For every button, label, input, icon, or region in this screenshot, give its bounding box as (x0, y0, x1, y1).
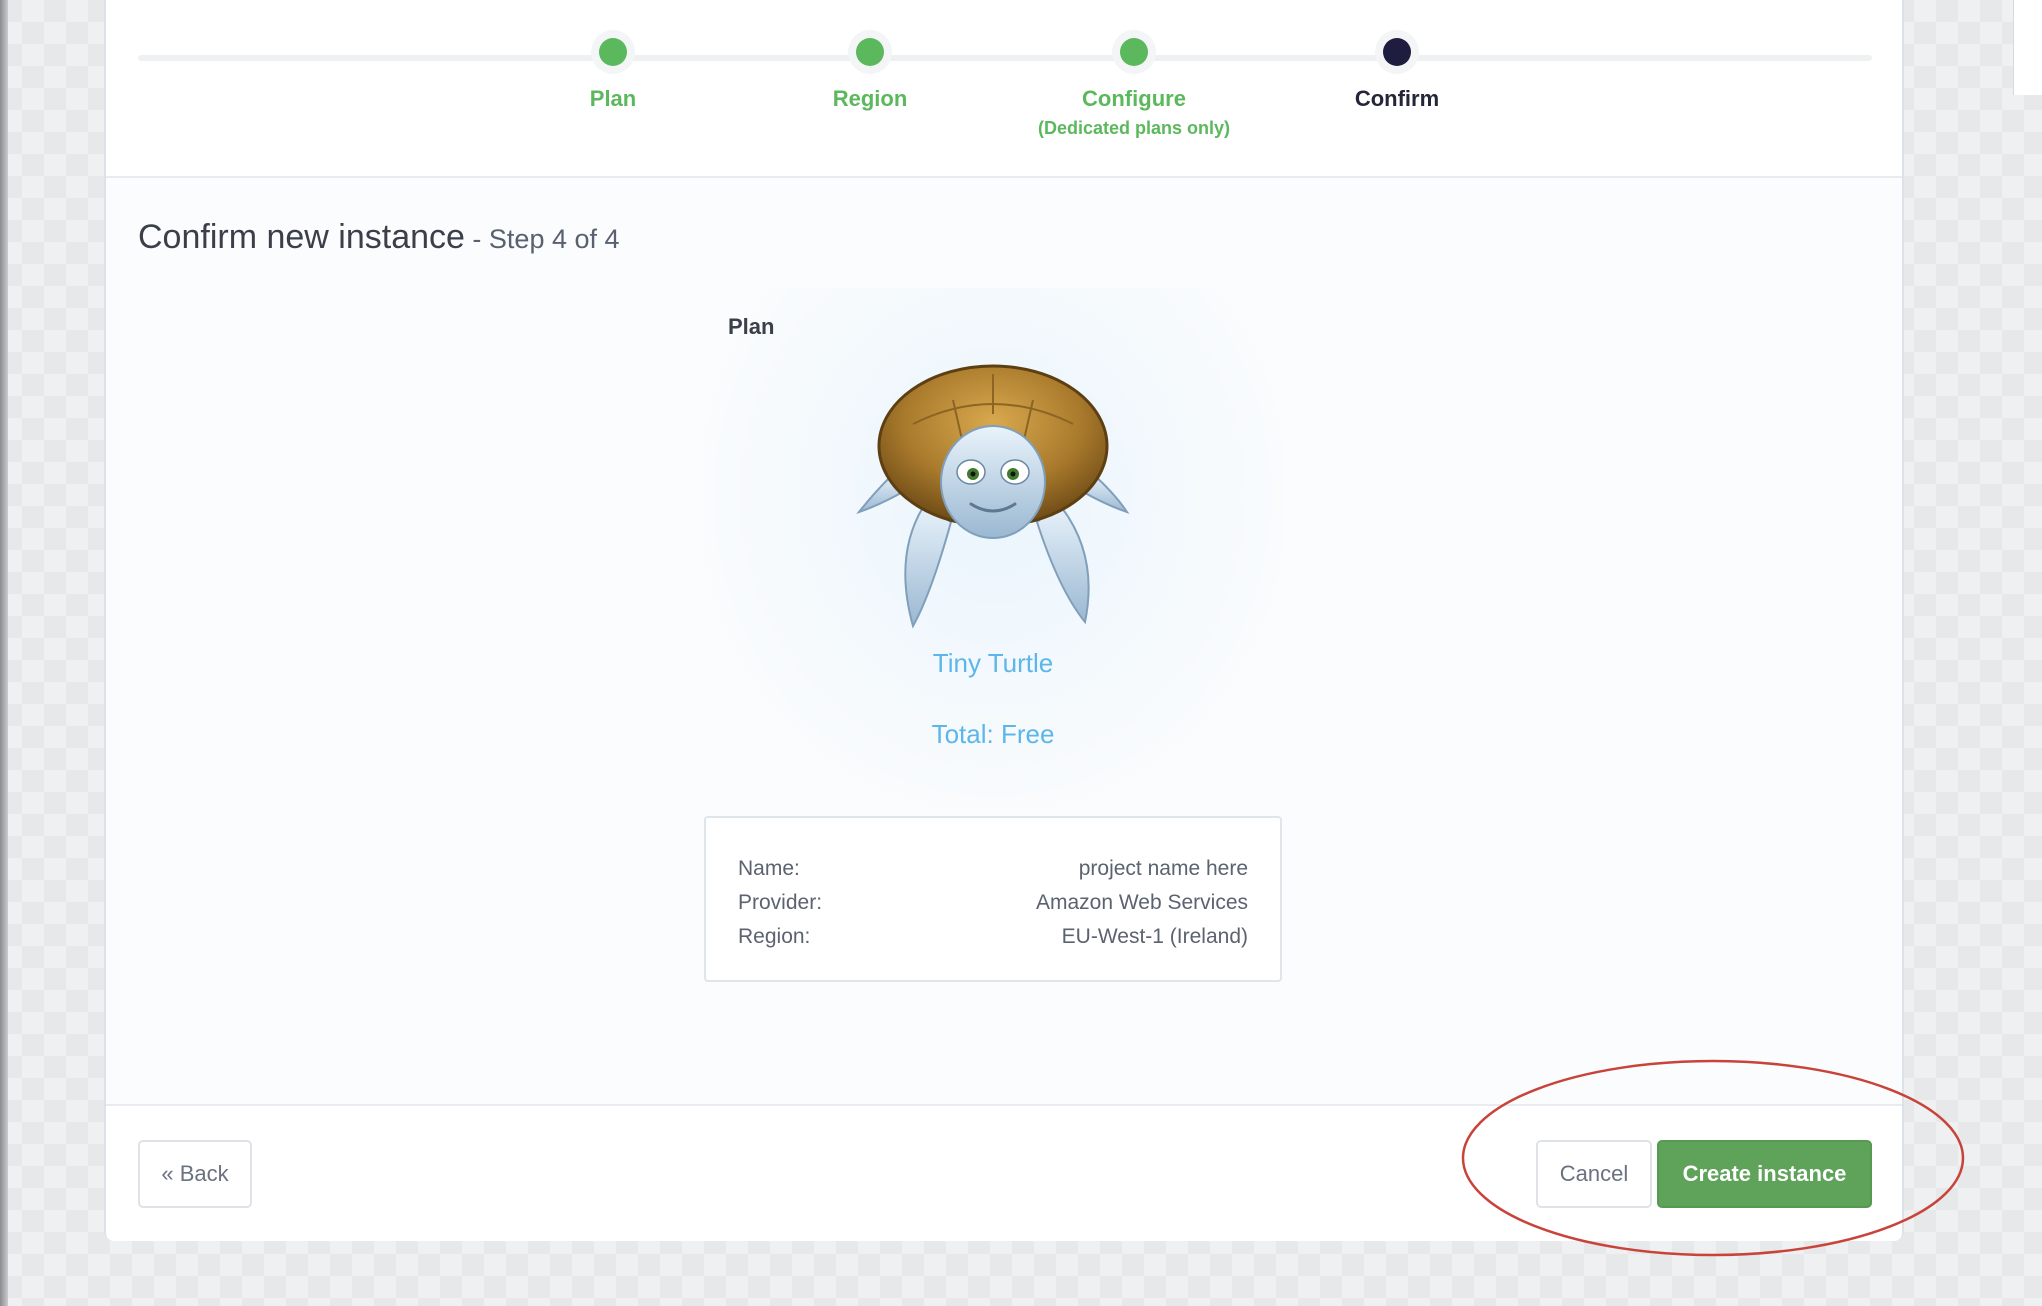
summary-row-name: Name: project name here (738, 852, 1248, 886)
summary-label: Provider: (738, 891, 823, 914)
summary-value: EU-West-1 (Ireland) (1061, 925, 1248, 948)
step-plan-dot (599, 38, 627, 66)
summary-label: Name: (738, 857, 800, 880)
window-right-edge (2013, 0, 2042, 95)
create-instance-card: Plan Region Configure (Dedicated plans o… (104, 0, 1904, 1241)
page-title: Confirm new instance - Step 4 of 4 (138, 218, 620, 257)
page-title-text: Confirm new instance (138, 218, 465, 256)
wizard-footer: « Back Cancel Create instance (106, 1104, 1902, 1241)
step-region-dot (856, 38, 884, 66)
step-confirm-dot (1383, 38, 1411, 66)
summary-value: Amazon Web Services (1035, 891, 1248, 914)
page-step-indicator: - Step 4 of 4 (464, 224, 620, 254)
summary-row-region: Region: EU-West-1 (Ireland) (738, 920, 1248, 954)
plan-total: Total: Free (931, 719, 1055, 749)
step-confirm[interactable]: Confirm (1237, 38, 1557, 112)
create-instance-button[interactable]: Create instance (1657, 1140, 1872, 1208)
plan-heading: Plan (728, 314, 775, 339)
step-confirm-label: Confirm (1354, 86, 1440, 111)
step-configure-dot (1120, 38, 1148, 66)
instance-summary: Name: project name here Provider: Amazon… (704, 816, 1282, 982)
summary-value: project name here (1078, 857, 1248, 880)
cancel-button[interactable]: Cancel (1536, 1140, 1652, 1208)
turtle-mascot-image (856, 364, 1130, 629)
summary-label: Region: (738, 925, 811, 948)
back-button[interactable]: « Back (138, 1140, 252, 1208)
plan-name: Tiny Turtle (932, 648, 1054, 678)
window-left-edge (0, 0, 8, 1306)
step-configure-sublabel: (Dedicated plans only) (1037, 118, 1231, 138)
confirm-content: Confirm new instance - Step 4 of 4 Plan (106, 178, 1902, 1104)
summary-row-provider: Provider: Amazon Web Services (738, 886, 1248, 920)
wizard-stepper: Plan Region Configure (Dedicated plans o… (106, 0, 1902, 178)
plan-panel: Plan Tiny Turtle Total: Free (704, 288, 1282, 808)
